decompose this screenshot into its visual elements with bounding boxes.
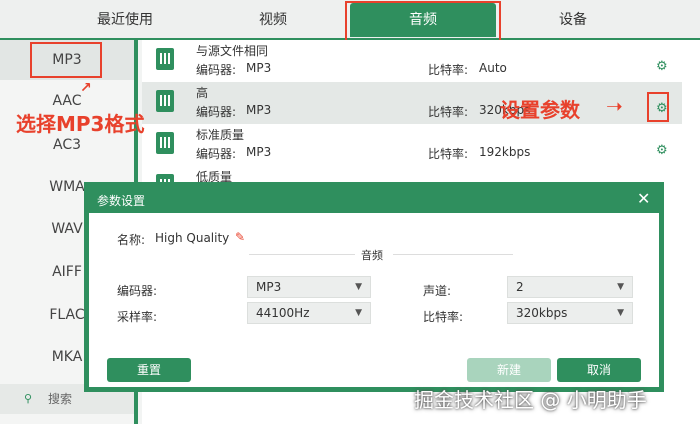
bitrate-label: 比特率: <box>428 63 469 77</box>
audio-file-icon <box>156 132 174 154</box>
annotation-set-params: 设置参数 <box>500 98 580 122</box>
bitrate-value: 192kbps <box>479 145 531 159</box>
divider-left <box>249 254 369 255</box>
bitrate-value: Auto <box>479 61 507 75</box>
dialog-title: 参数设置 <box>97 194 146 208</box>
name-value[interactable]: High Quality <box>155 231 229 245</box>
channel-label: 声道: <box>423 284 452 298</box>
tab-device[interactable]: 设备 <box>508 0 638 40</box>
new-button[interactable]: 新建 <box>467 358 551 382</box>
encoder-value: MP3 <box>246 61 272 75</box>
chevron-down-icon: ▼ <box>355 308 362 318</box>
bitrate-label: 比特率: <box>428 147 469 161</box>
divider-right <box>393 254 513 255</box>
annotation-box-gear <box>647 92 669 122</box>
sample-rate-label: 采样率: <box>117 310 158 324</box>
gear-icon[interactable]: ⚙ <box>656 60 668 74</box>
search-icon: ⚲ <box>24 392 33 405</box>
encoder-label: 编码器: <box>117 284 158 298</box>
close-icon[interactable]: ✕ <box>637 189 650 208</box>
cancel-button[interactable]: 取消 <box>557 358 641 382</box>
sample-rate-select-value: 44100Hz <box>256 306 310 320</box>
preset-name: 与源文件相同 <box>196 44 269 58</box>
preset-row[interactable]: 与源文件相同 编码器: MP3 比特率: Auto ⚙ <box>142 40 682 82</box>
preset-row[interactable]: 高 编码器: MP3 比特率: 320kbps ⚙ <box>142 82 682 124</box>
encoder-value: MP3 <box>246 145 272 159</box>
arrow-up-icon: ↗ <box>80 80 92 96</box>
section-title-audio: 音频 <box>355 247 389 263</box>
bitrate-label: 比特率: <box>428 105 469 119</box>
arrow-right-icon: ➝ <box>606 94 623 118</box>
format-item-ac3[interactable]: AC3 <box>0 134 134 156</box>
encoder-select-value: MP3 <box>256 280 282 294</box>
audio-file-icon <box>156 90 174 112</box>
name-label: 名称: <box>117 233 146 247</box>
dialog-header: 参数设置 ✕ <box>89 187 659 213</box>
channel-select[interactable]: 2 ▼ <box>507 276 633 298</box>
bitrate-select-value: 320kbps <box>516 306 568 320</box>
edit-icon[interactable]: ✎ <box>235 230 245 244</box>
reset-button[interactable]: 重置 <box>107 358 191 382</box>
preset-row[interactable]: 标准质量 编码器: MP3 比特率: 192kbps ⚙ <box>142 124 682 166</box>
chevron-down-icon: ▼ <box>617 308 624 318</box>
tab-video[interactable]: 视频 <box>208 0 338 40</box>
watermark: 掘金技术社区 @ 小明助手 <box>414 388 647 412</box>
bitrate-select[interactable]: 320kbps ▼ <box>507 302 633 324</box>
audio-file-icon <box>156 48 174 70</box>
annotation-box-audio-tab <box>345 1 501 45</box>
bitrate-label: 比特率: <box>423 310 464 324</box>
preset-name: 标准质量 <box>196 128 245 142</box>
gear-icon[interactable]: ⚙ <box>656 144 668 158</box>
encoder-select[interactable]: MP3 ▼ <box>247 276 371 298</box>
encoder-value: MP3 <box>246 103 272 117</box>
channel-select-value: 2 <box>516 280 524 294</box>
sample-rate-select[interactable]: 44100Hz ▼ <box>247 302 371 324</box>
tab-recent[interactable]: 最近使用 <box>60 0 190 40</box>
app-window: 最近使用 视频 音频 设备 MP3 AAC AC3 WMA WAV AIFF F… <box>0 0 700 424</box>
chevron-down-icon: ▼ <box>617 282 624 292</box>
search-label: 搜索 <box>48 392 73 406</box>
encoder-label: 编码器: <box>196 147 237 161</box>
annotation-box-mp3 <box>30 42 102 78</box>
preset-name: 高 <box>196 86 209 100</box>
param-settings-dialog: 参数设置 ✕ 名称: High Quality ✎ 音频 编码器: MP3 ▼ … <box>84 182 664 392</box>
chevron-down-icon: ▼ <box>355 282 362 292</box>
encoder-label: 编码器: <box>196 63 237 77</box>
annotation-select-format: 选择MP3格式 <box>16 112 145 136</box>
encoder-label: 编码器: <box>196 105 237 119</box>
